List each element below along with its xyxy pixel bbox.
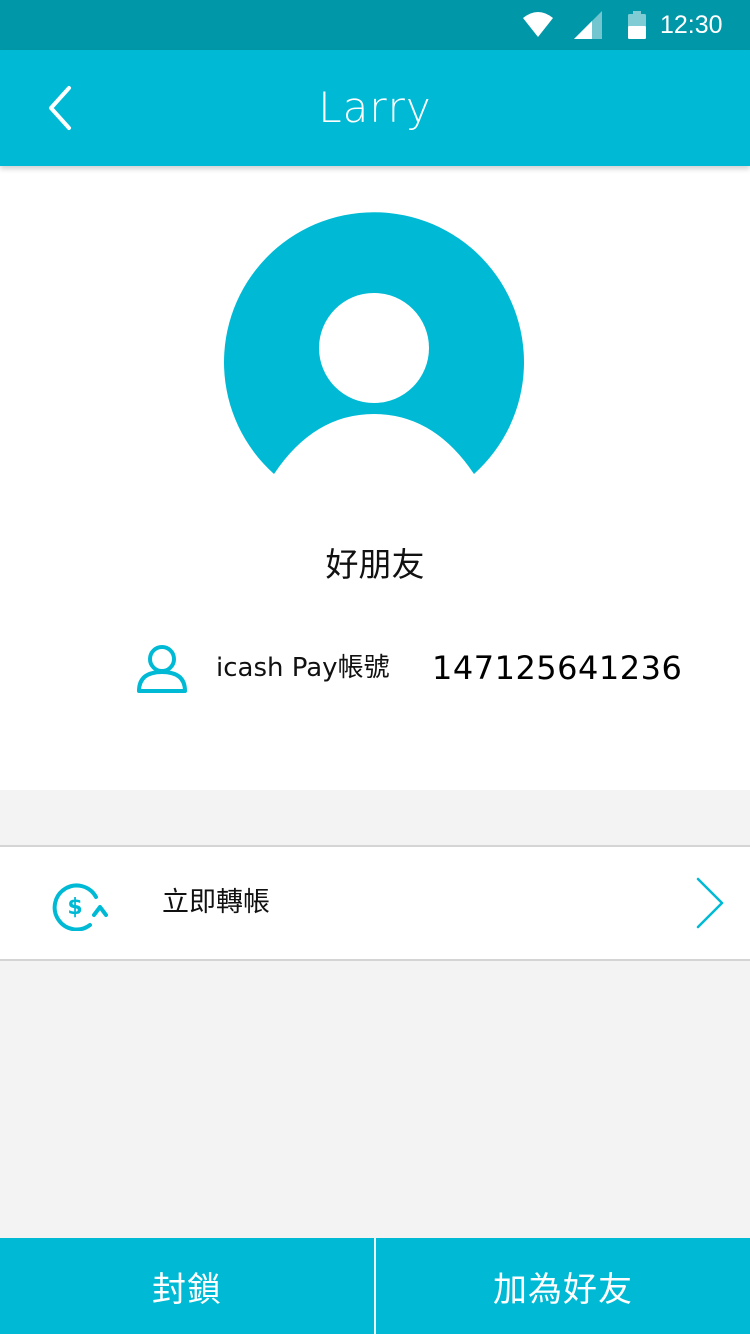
block-button[interactable]: 封鎖 <box>0 1238 374 1334</box>
account-label: icash Pay帳號 <box>216 653 390 683</box>
app-bar: Larry <box>0 50 750 166</box>
svg-text:$: $ <box>67 895 82 920</box>
signal-icon <box>572 0 604 50</box>
battery-icon <box>624 0 650 50</box>
avatar <box>224 212 524 512</box>
transfer-now-item[interactable]: $ 立即轉帳 <box>0 845 750 961</box>
back-button[interactable] <box>30 78 90 138</box>
status-clock: 12:30 <box>660 11 723 39</box>
profile-section: 好朋友 icash Pay帳號 147125641236 <box>0 166 750 790</box>
relation-label: 好朋友 <box>325 545 425 584</box>
add-friend-button[interactable]: 加為好友 <box>376 1238 750 1334</box>
chevron-right-icon <box>696 877 724 929</box>
account-number: 147125641236 <box>432 649 683 687</box>
page-title: Larry <box>318 83 432 132</box>
wifi-icon <box>520 0 556 50</box>
status-bar: 12:30 <box>0 0 750 50</box>
dollar-transfer-icon: $ <box>52 883 108 931</box>
transfer-now-label: 立即轉帳 <box>162 887 270 918</box>
friend-profile-screen: 12:30 Larry 好朋友 icash Pay帳號 147125641236… <box>0 0 750 1334</box>
user-avatar-icon <box>224 212 524 475</box>
bottom-action-bar: 封鎖 加為好友 <box>0 1238 750 1334</box>
account-row: icash Pay帳號 147125641236 <box>0 636 750 700</box>
chevron-left-icon <box>49 86 71 130</box>
user-outline-icon <box>137 645 187 693</box>
